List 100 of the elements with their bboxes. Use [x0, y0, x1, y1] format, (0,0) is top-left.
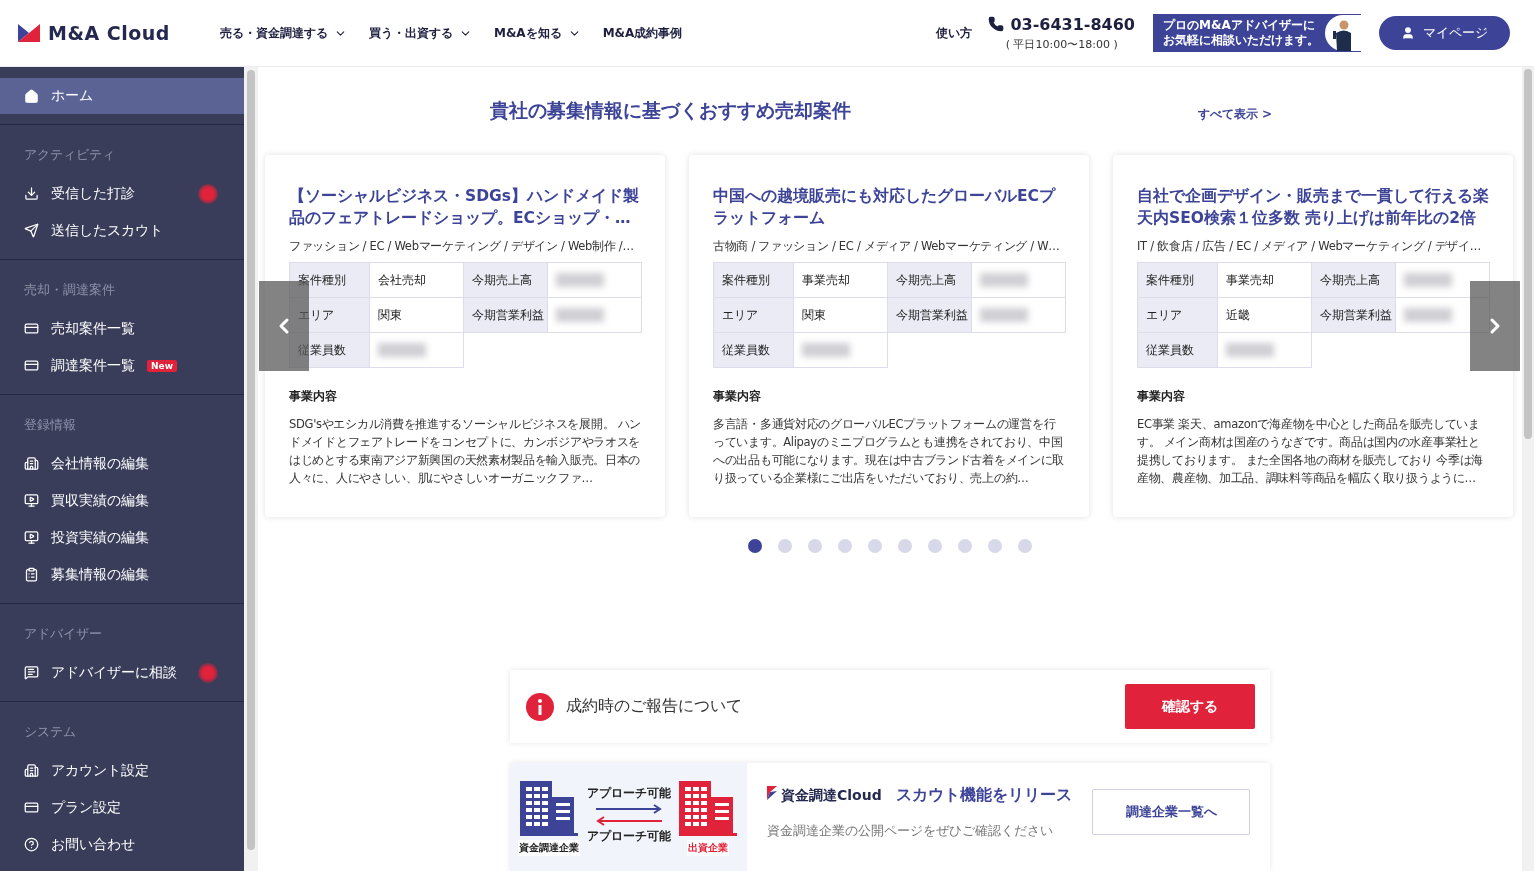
illustration-label: 資金調達企業 — [518, 840, 580, 857]
section-title: 貴社の募集情報に基づくおすすめ売却案件 — [490, 98, 851, 123]
listing-card[interactable] — [1113, 155, 1513, 518]
listing-description: EC事業 楽天、amazonで海産物を中心とした商品を販売しています。 メイン商材は国産のうなぎです。商品は国内の水産事業社と提携しております。 また全国各地の商材を販売しており 今季は海産物、農産物、加工品、調味料等商品を幅広く取り扱うように… — [1137, 416, 1484, 488]
help-icon — [24, 837, 39, 852]
listing-title[interactable]: 【ソーシャルビジネス・SDGs】ハンドメイド製品のフェアトレードショップ。ECショップ・… — [289, 185, 641, 230]
table-header-cell: エリア — [1138, 298, 1218, 334]
listing-card[interactable] — [689, 155, 1089, 518]
section-heading: アクティビティ — [23, 146, 116, 164]
sidebar-item[interactable]: プラン設定 — [0, 789, 244, 826]
notice-text: 成約時のご報告について — [566, 696, 743, 718]
brand-logo: 資金調達Cloud — [767, 785, 882, 805]
blurred-value — [802, 343, 850, 358]
monitor-icon — [24, 493, 39, 508]
building-drawing — [520, 781, 578, 838]
carousel-dot[interactable] — [748, 539, 762, 554]
table-header-cell: 今期営業利益 — [1312, 298, 1396, 334]
nav-link[interactable]: M&Aを知る — [493, 24, 581, 42]
sidebar-item[interactable]: 調達案件一覧 New — [0, 347, 244, 384]
arrow-left-icon — [595, 816, 662, 827]
nav-link[interactable]: 売る・資金調達する — [219, 24, 347, 42]
carousel-dot[interactable] — [988, 539, 1002, 554]
mypage-button[interactable]: マイページ — [1379, 16, 1510, 50]
sidebar-item[interactable]: アドバイザーに相談 — [0, 654, 244, 691]
blurred-value — [980, 308, 1028, 323]
card-icon — [24, 800, 39, 815]
listing-tags: ファッション / EC / Webマーケティング / デザイン / Web制作 /… — [289, 239, 641, 255]
carousel-dot[interactable] — [778, 539, 792, 554]
nav-link[interactable]: M&A成約事例 — [602, 24, 683, 42]
table-header-cell: 今期売上高 — [1312, 263, 1396, 299]
listing-title[interactable]: 自社で企画デザイン・販売まで一貫して行える楽天内SEO検索１位多数 売り上げは前年比の2倍 — [1137, 185, 1489, 230]
listing-tags: IT / 飲食店 / 広告 / EC / メディア / Webマーケティング / デザイ… — [1137, 239, 1489, 255]
table-header-cell: 今期売上高 — [888, 263, 972, 299]
clipboard-icon — [24, 567, 39, 582]
carousel-dot[interactable] — [808, 539, 822, 554]
sidebar-label: アカウント設定 — [51, 761, 149, 780]
person-figure — [1333, 19, 1353, 51]
listing-description: 多言語・多通貨対応のグローバルECプラットフォームの運営を行っています。Alipayのミニプログラムとも連携をされており、中国への出品も可能になります。現在は中古ブランド古着をメインに取り扱っている企業様にご出店をいただいており、売上の約… — [713, 416, 1065, 488]
description-label: 事業内容 — [1137, 388, 1186, 406]
listing-tags: 古物商 / ファッション / EC / メディア / Webマーケティング / W… — [713, 239, 1065, 255]
new-badge: New — [147, 359, 177, 372]
advisor-banner[interactable]: プロのM&Aアドバイザーに お気軽に相談いただけます。 — [1153, 14, 1361, 52]
phone-number: 03-6431-8460 — [988, 14, 1135, 34]
confirm-button[interactable]: 確認する — [1125, 684, 1255, 730]
promo-subtitle: 資金調達企業の公開ページをぜひご確認ください — [767, 821, 1054, 840]
sidebar-label: お問い合わせ — [51, 835, 135, 854]
logo-icon — [18, 24, 40, 42]
section-heading: 登録情報 — [23, 416, 77, 434]
sidebar-item[interactable]: 送信したスカウト — [0, 212, 244, 249]
blurred-value — [378, 343, 426, 358]
table-header-cell: 今期営業利益 — [888, 298, 972, 334]
companies-button[interactable]: 調達企業一覧へ — [1092, 789, 1250, 836]
description-label: 事業内容 — [713, 388, 762, 406]
carousel-dot[interactable] — [928, 539, 942, 554]
blurred-value — [556, 308, 604, 323]
table-header-cell: 案件種別 — [714, 263, 794, 299]
card-icon — [24, 358, 39, 373]
building-drawing — [679, 781, 737, 838]
sidebar-label: 会社情報の編集 — [51, 454, 149, 473]
table-header-cell: エリア — [714, 298, 794, 334]
next-button[interactable] — [1470, 281, 1520, 372]
carousel-dot[interactable] — [868, 539, 882, 554]
blurred-value — [980, 273, 1028, 288]
home-icon — [24, 88, 39, 104]
sidebar-item[interactable]: 買収実績の編集 — [0, 482, 244, 519]
table-header-cell: 従業員数 — [1138, 333, 1218, 369]
sidebar-item[interactable]: 会社情報の編集 — [0, 445, 244, 482]
sidebar-item[interactable]: 受信した打診 — [0, 175, 244, 212]
sidebar-item[interactable]: ホーム — [0, 78, 244, 114]
sidebar-item[interactable]: 投資実績の編集 — [0, 519, 244, 556]
carousel-dot[interactable] — [958, 539, 972, 554]
building-icon — [24, 763, 39, 778]
building-icon — [24, 456, 39, 471]
sidebar-label: 売却案件一覧 — [51, 319, 135, 338]
sidebar-item[interactable]: アカウント設定 — [0, 752, 244, 789]
listing-card[interactable] — [265, 155, 665, 518]
description-label: 事業内容 — [289, 388, 338, 406]
flag-icon — [767, 785, 777, 800]
sidebar-item[interactable]: 募集情報の編集 — [0, 556, 244, 593]
sidebar-item[interactable]: 売却案件一覧 — [0, 310, 244, 347]
show-all-link[interactable]: すべて表示 > — [1197, 105, 1272, 123]
phone-icon — [988, 15, 1005, 32]
sidebar-label: アドバイザーに相談 — [51, 663, 177, 682]
listing-title[interactable]: 中国への越境販売にも対応したグローバルECプラットフォーム — [713, 185, 1065, 230]
sidebar-item[interactable]: お問い合わせ — [0, 826, 244, 863]
carousel-dot[interactable] — [1018, 539, 1032, 554]
sidebar-label: 送信したスカウト — [51, 221, 163, 240]
scrollbar-thumb[interactable] — [247, 70, 255, 850]
nav-link[interactable]: 買う・出資する — [368, 24, 472, 42]
section-heading: システム — [23, 723, 77, 741]
promo-title: スカウト機能をリリース — [895, 784, 1072, 806]
carousel-dot[interactable] — [898, 539, 912, 554]
scrollbar-thumb[interactable] — [1524, 69, 1532, 439]
blurred-value — [1404, 308, 1452, 323]
carousel-dot[interactable] — [838, 539, 852, 554]
blurred-value — [1404, 273, 1452, 288]
section-heading: 売却・調達案件 — [23, 281, 116, 299]
download-icon — [24, 186, 39, 201]
card-icon — [24, 321, 39, 336]
help-link[interactable]: 使い方 — [936, 24, 973, 42]
